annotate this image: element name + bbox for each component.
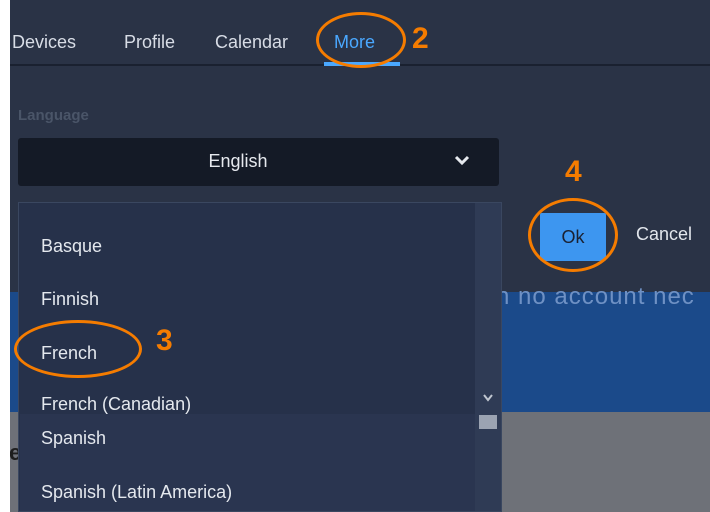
option-finnish[interactable]: Finnish	[41, 289, 99, 310]
chevron-down-icon	[454, 155, 470, 166]
annotation-step-4: 4	[565, 155, 582, 188]
option-basque[interactable]: Basque	[41, 236, 102, 257]
language-label: Language	[18, 107, 89, 124]
annotation-circle-french	[14, 320, 142, 378]
background-banner-text: n no account nec	[496, 283, 695, 310]
tab-profile[interactable]: Profile	[124, 32, 175, 53]
tab-calendar[interactable]: Calendar	[215, 32, 288, 53]
tab-devices[interactable]: Devices	[12, 32, 76, 53]
settings-panel: Devices Profile Calendar More Language E…	[10, 0, 710, 512]
cancel-button[interactable]: Cancel	[636, 224, 692, 245]
option-french-canadian[interactable]: French (Canadian)	[41, 394, 191, 415]
annotation-circle-more	[316, 12, 406, 68]
option-spanish[interactable]: Spanish	[41, 428, 106, 449]
option-spanish-latin-america[interactable]: Spanish (Latin America)	[41, 482, 232, 503]
dropdown-scrollbar[interactable]	[475, 203, 501, 511]
language-select[interactable]: English	[18, 138, 499, 186]
selected-language: English	[208, 151, 268, 171]
scroll-down-arrow-icon[interactable]	[482, 393, 494, 403]
annotation-step-2: 2	[412, 22, 429, 55]
scroll-thumb[interactable]	[479, 415, 497, 429]
annotation-step-3: 3	[156, 324, 173, 357]
annotation-circle-ok	[528, 198, 618, 272]
